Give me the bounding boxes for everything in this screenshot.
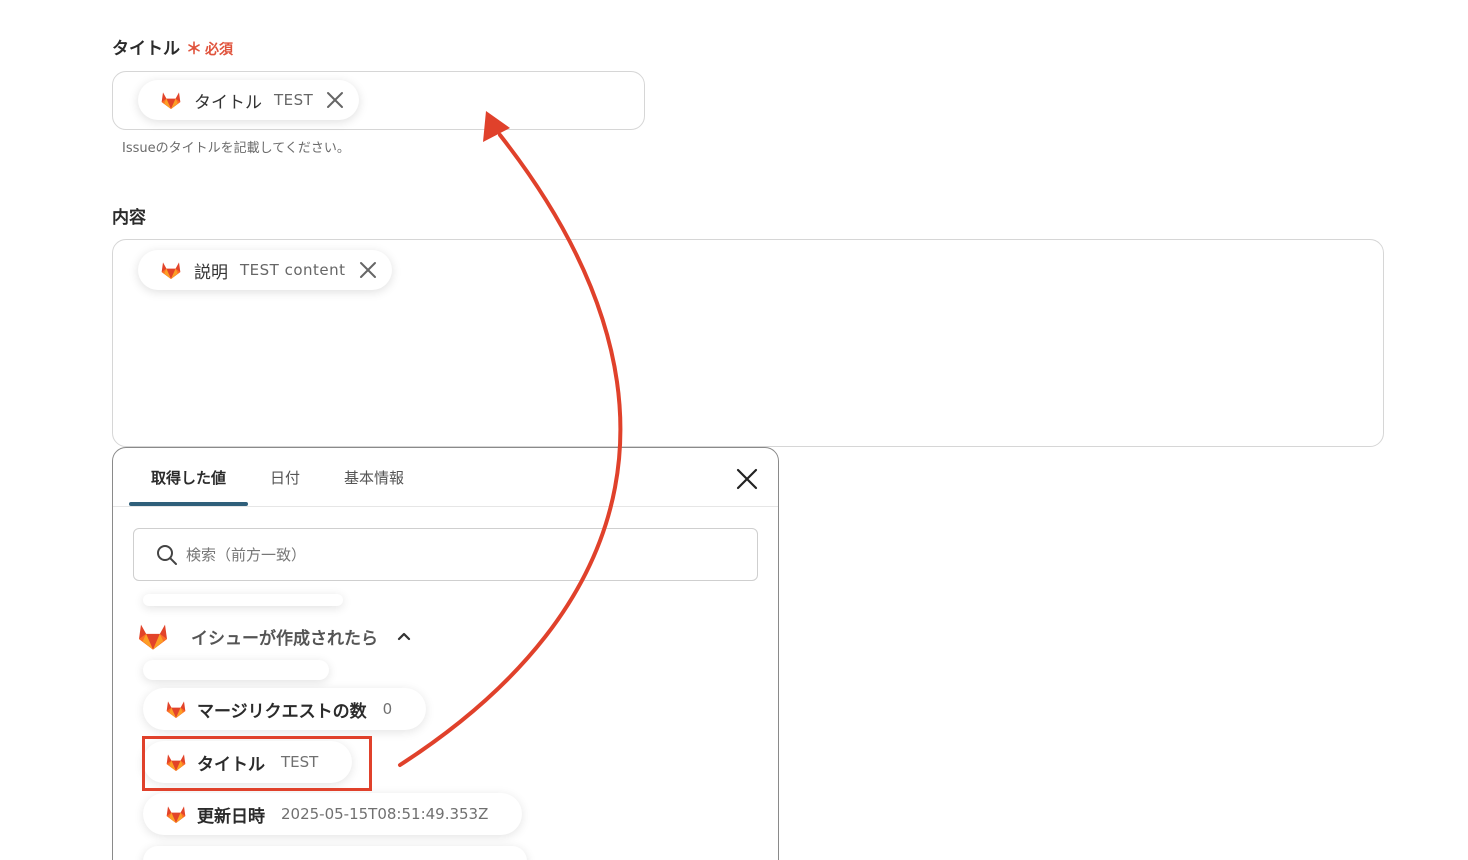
- required-star: ＊: [186, 38, 203, 58]
- gitlab-fox-icon: [166, 806, 186, 824]
- list-item[interactable]: マージリクエストの数 0: [143, 688, 427, 730]
- close-icon[interactable]: [325, 90, 345, 110]
- gitlab-fox-icon: [139, 624, 167, 650]
- item-value: 0: [382, 700, 393, 718]
- required-indicator: ＊必須: [186, 35, 233, 59]
- partially-hidden-item: [143, 594, 343, 606]
- close-icon[interactable]: [736, 468, 758, 490]
- content-variable-chip[interactable]: 説明 TEST content: [138, 250, 392, 290]
- search-icon: [157, 544, 177, 565]
- group-label: イシューが作成されたら: [191, 628, 378, 649]
- title-variable-chip[interactable]: タイトル TEST: [138, 80, 360, 120]
- search-box[interactable]: [133, 528, 758, 581]
- item-label: 更新日時: [197, 806, 265, 827]
- list-item[interactable]: タイトル TEST: [143, 741, 353, 783]
- tab-date[interactable]: 日付: [248, 448, 322, 506]
- partially-hidden-item: [143, 660, 329, 680]
- gitlab-fox-icon: [166, 701, 186, 719]
- chevron-up-icon[interactable]: [396, 628, 412, 644]
- item-label: マージリクエストの数: [197, 701, 367, 722]
- required-text: 必須: [205, 41, 234, 58]
- close-icon[interactable]: [358, 260, 378, 280]
- title-label-text: タイトル: [112, 39, 180, 59]
- tab-basic-info[interactable]: 基本情報: [322, 448, 426, 506]
- page: タイトル ＊必須 タイトル TEST Issueのタイトルを記載してください。 …: [0, 0, 1468, 860]
- item-label: タイトル: [197, 754, 265, 775]
- chip-label: 説明: [194, 262, 228, 283]
- gitlab-fox-icon: [161, 92, 181, 110]
- list-item[interactable]: 更新日時 2025-05-15T08:51:49.353Z: [143, 793, 523, 835]
- chip-value: TEST content: [240, 261, 346, 279]
- title-hint: Issueのタイトルを記載してください。: [122, 141, 350, 156]
- chip-label: タイトル: [194, 92, 262, 113]
- gitlab-fox-icon: [161, 262, 181, 280]
- title-field-label: タイトル ＊必須: [112, 34, 233, 60]
- tab-fetched-values[interactable]: 取得した値: [129, 448, 249, 506]
- item-value: TEST: [281, 753, 319, 771]
- variable-picker-panel: 取得した値 日付 基本情報 イシューが作成されたら マージ: [112, 447, 779, 860]
- group-header[interactable]: イシューが作成されたら: [137, 618, 412, 654]
- item-value: 2025-05-15T08:51:49.353Z: [281, 805, 489, 823]
- tab-divider: [113, 506, 778, 507]
- tab-bar: 取得した値 日付 基本情報: [129, 448, 426, 506]
- content-label-text: 内容: [112, 208, 146, 228]
- partially-hidden-item: [143, 846, 527, 860]
- search-input[interactable]: [186, 545, 686, 564]
- gitlab-fox-icon: [166, 754, 186, 772]
- chip-value: TEST: [274, 91, 314, 109]
- content-field-label: 内容: [112, 203, 146, 228]
